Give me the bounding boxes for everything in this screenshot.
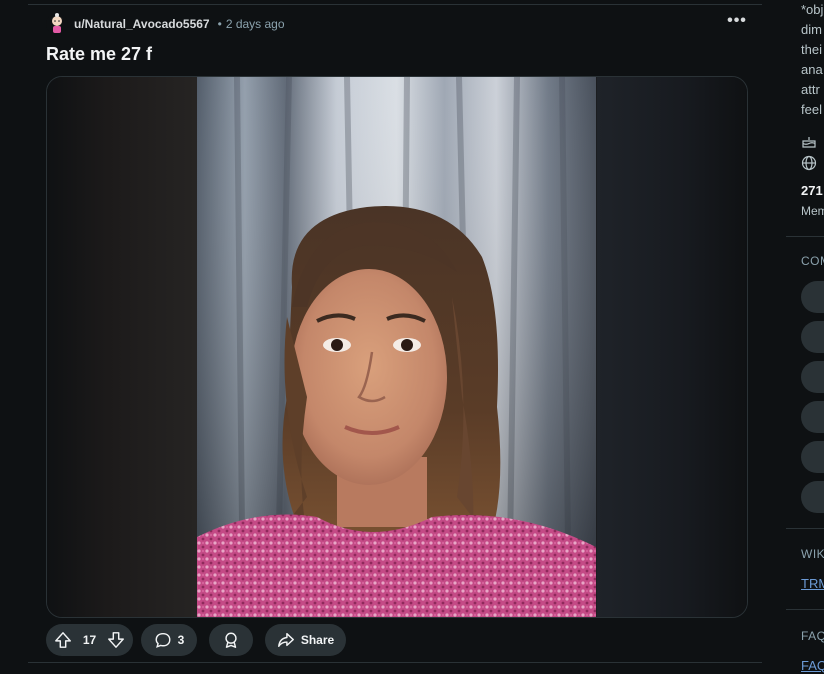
description-line: *obj bbox=[801, 2, 824, 17]
post-media[interactable] bbox=[46, 76, 748, 618]
faq-heading: FAQ bbox=[801, 629, 824, 643]
description-line: dim bbox=[801, 22, 822, 37]
share-arrow-icon bbox=[277, 632, 294, 648]
vote-control: 17 bbox=[46, 624, 133, 656]
share-label: Share bbox=[300, 633, 335, 647]
community-chip[interactable] bbox=[801, 321, 824, 353]
more-options-button[interactable]: ••• bbox=[718, 13, 756, 34]
award-icon bbox=[225, 632, 237, 648]
divider bbox=[28, 662, 762, 663]
award-button[interactable] bbox=[209, 624, 253, 656]
author-link[interactable]: u/Natural_Avocado5567 bbox=[74, 17, 210, 31]
community-heading: COM bbox=[801, 254, 824, 268]
share-button[interactable]: Share bbox=[265, 624, 346, 656]
community-chip[interactable] bbox=[801, 281, 824, 313]
community-chip[interactable] bbox=[801, 441, 824, 473]
community-sidebar: *obj dim thei ana attr feel 271 Mem COM … bbox=[786, 0, 824, 674]
members-label: Mem bbox=[801, 204, 824, 218]
description-line: thei bbox=[801, 42, 822, 57]
post-title[interactable]: Rate me 27 f bbox=[46, 44, 152, 65]
speech-bubble-icon bbox=[155, 632, 171, 648]
comments-button[interactable]: 3 bbox=[141, 624, 197, 656]
media-blur-right bbox=[597, 77, 747, 617]
upvote-arrow-icon[interactable] bbox=[54, 631, 72, 649]
post-actions: 17 3 Share bbox=[46, 624, 346, 656]
post-image[interactable] bbox=[197, 77, 596, 617]
community-description: *obj dim thei ana attr feel bbox=[801, 0, 824, 120]
description-line: ana bbox=[801, 62, 823, 77]
vote-score: 17 bbox=[82, 633, 97, 647]
divider bbox=[786, 528, 824, 529]
wiki-heading: WIK bbox=[801, 547, 824, 561]
comments-count: 3 bbox=[177, 633, 185, 647]
divider bbox=[786, 236, 824, 237]
description-line: feel bbox=[801, 102, 822, 117]
meta-separator: • bbox=[217, 17, 222, 31]
divider bbox=[786, 609, 824, 610]
community-chip[interactable] bbox=[801, 361, 824, 393]
downvote-arrow-icon[interactable] bbox=[107, 631, 125, 649]
post-feed: u/Natural_Avocado5567 • 2 days ago ••• R… bbox=[28, 0, 762, 674]
wiki-link[interactable]: TRM bbox=[801, 576, 824, 591]
media-blur-left bbox=[47, 77, 197, 617]
divider bbox=[28, 4, 762, 5]
community-chip[interactable] bbox=[801, 481, 824, 513]
post-meta: u/Natural_Avocado5567 • 2 days ago bbox=[46, 11, 285, 37]
avatar[interactable] bbox=[46, 13, 68, 35]
post-time: 2 days ago bbox=[225, 17, 285, 31]
faq-link[interactable]: FAQ bbox=[801, 658, 824, 673]
member-count: 271 bbox=[801, 183, 823, 198]
description-line: attr bbox=[801, 82, 820, 97]
globe-icon bbox=[801, 155, 817, 171]
community-chip[interactable] bbox=[801, 401, 824, 433]
cake-icon bbox=[802, 137, 816, 148]
